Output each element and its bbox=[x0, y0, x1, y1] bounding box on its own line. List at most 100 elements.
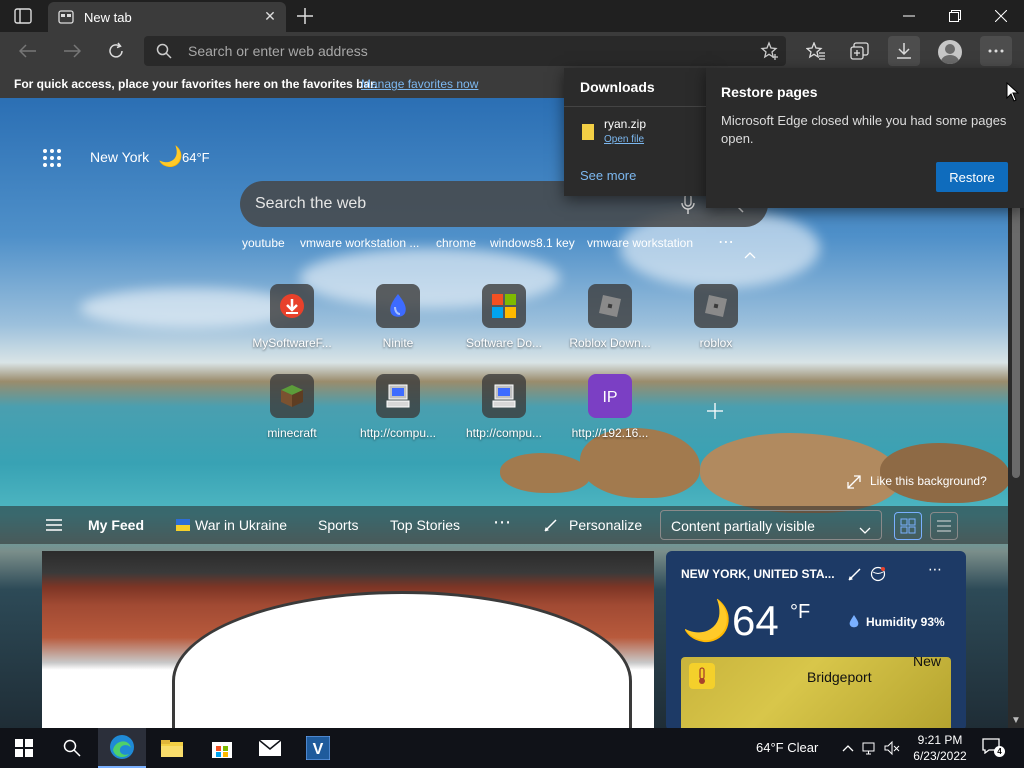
back-arrow-icon[interactable] bbox=[12, 36, 44, 66]
tile-label: Software Do... bbox=[465, 336, 543, 350]
add-shortcut-plus-icon[interactable] bbox=[706, 402, 724, 420]
tile-roblox-download[interactable]: Roblox Down... bbox=[560, 284, 660, 366]
volume-muted-icon[interactable] bbox=[884, 740, 900, 756]
weather-card-unit: °F bbox=[790, 601, 811, 623]
feed-more-icon[interactable]: ⋯ bbox=[493, 512, 511, 533]
add-favorite-star-icon[interactable] bbox=[760, 41, 780, 61]
weather-location[interactable]: New York bbox=[90, 149, 149, 165]
tile-computer-2[interactable]: http://compu... bbox=[454, 374, 554, 456]
restore-window-icon[interactable] bbox=[932, 0, 978, 32]
quick-link[interactable]: vmware workstation ... bbox=[300, 236, 419, 250]
tile-ip-address[interactable]: IP http://192.16... bbox=[560, 374, 660, 456]
downloads-icon[interactable] bbox=[888, 36, 920, 66]
tile-mysoftwarefree[interactable]: MySoftwareF... bbox=[242, 284, 342, 366]
taskbar-clock[interactable]: 9:21 PM 6/23/2022 bbox=[910, 732, 970, 764]
forward-arrow-icon[interactable] bbox=[56, 36, 88, 66]
news-card-stadium[interactable] bbox=[42, 551, 654, 728]
like-background-link[interactable]: Like this background? bbox=[870, 474, 987, 488]
tab-new-tab[interactable]: New tab ✕ bbox=[48, 2, 286, 32]
scrollbar-thumb[interactable] bbox=[1012, 198, 1020, 478]
restore-button[interactable]: Restore bbox=[936, 162, 1008, 192]
moon-icon: 🌙 bbox=[158, 146, 183, 168]
weather-map-label: New bbox=[913, 657, 942, 669]
file-explorer-icon[interactable] bbox=[148, 728, 196, 768]
minecraft-block-icon bbox=[270, 374, 314, 418]
weather-card[interactable]: NEW YORK, UNITED STA... ⋯ 🌙 64 °F Humidi… bbox=[666, 551, 966, 728]
expand-icon bbox=[847, 475, 861, 489]
globe-icon[interactable] bbox=[870, 566, 886, 582]
see-more-link[interactable]: See more bbox=[580, 168, 636, 183]
edit-pencil-icon[interactable] bbox=[848, 567, 862, 581]
quick-link[interactable]: windows8.1 key bbox=[490, 236, 575, 250]
vmware-taskbar-icon[interactable]: V bbox=[294, 728, 342, 768]
weather-card-more-icon[interactable]: ⋯ bbox=[928, 561, 942, 578]
tab-actions-icon[interactable] bbox=[14, 8, 32, 24]
network-icon[interactable] bbox=[862, 740, 878, 756]
tab-title: New tab bbox=[84, 10, 132, 25]
tile-software-download[interactable]: Software Do... bbox=[454, 284, 554, 366]
chevron-up-icon[interactable] bbox=[840, 740, 856, 756]
taskbar-weather[interactable]: 64°F Clear bbox=[756, 740, 818, 755]
download-circle-icon bbox=[270, 284, 314, 328]
feed-tab-top-stories[interactable]: Top Stories bbox=[390, 517, 460, 533]
tile-label: http://compu... bbox=[465, 426, 543, 440]
app-launcher-icon[interactable] bbox=[42, 148, 62, 168]
thermometer-icon[interactable] bbox=[689, 663, 715, 689]
refresh-icon[interactable] bbox=[100, 36, 132, 66]
tile-label: Roblox Down... bbox=[569, 336, 651, 350]
windows-start-icon[interactable] bbox=[0, 728, 48, 768]
mail-icon[interactable] bbox=[246, 728, 294, 768]
feed-tab-my-feed[interactable]: My Feed bbox=[88, 517, 144, 533]
quick-links-more-icon[interactable]: ⋯ bbox=[718, 232, 734, 252]
manage-favorites-link[interactable]: Manage favorites now bbox=[361, 77, 478, 91]
new-tab-plus-icon[interactable] bbox=[294, 5, 316, 27]
tile-ninite[interactable]: Ninite bbox=[348, 284, 448, 366]
tile-label: minecraft bbox=[267, 426, 317, 440]
notifications-icon[interactable]: 4 bbox=[982, 738, 1005, 758]
more-menu-icon[interactable] bbox=[980, 36, 1012, 66]
microsoft-store-icon[interactable] bbox=[198, 728, 246, 768]
taskbar-search-icon[interactable] bbox=[48, 728, 96, 768]
downloads-title: Downloads bbox=[580, 79, 655, 95]
close-window-icon[interactable] bbox=[978, 0, 1024, 32]
tile-computer-1[interactable]: http://compu... bbox=[348, 374, 448, 456]
collections-icon[interactable] bbox=[844, 36, 876, 66]
weather-temp[interactable]: 64°F bbox=[182, 150, 210, 165]
microsoft-logo-icon bbox=[482, 284, 526, 328]
download-file-name[interactable]: ryan.zip bbox=[604, 117, 646, 131]
minimize-icon[interactable] bbox=[886, 0, 932, 32]
quick-link[interactable]: youtube bbox=[242, 236, 285, 250]
newtab-favicon-icon bbox=[58, 9, 74, 25]
search-icon bbox=[156, 43, 172, 59]
favorites-icon[interactable] bbox=[800, 36, 832, 66]
feed-tab-sports[interactable]: Sports bbox=[318, 517, 358, 533]
list-layout-icon[interactable] bbox=[930, 512, 958, 540]
tile-minecraft[interactable]: minecraft bbox=[242, 374, 342, 456]
scroll-down-arrow-icon[interactable]: ▼ bbox=[1011, 715, 1021, 726]
taskbar: V 64°F Clear 9:21 PM 6/23/2022 4 bbox=[0, 728, 1024, 768]
feed-tab-war-in-ukraine[interactable]: War in Ukraine bbox=[195, 517, 287, 533]
profile-avatar[interactable] bbox=[938, 40, 962, 64]
open-file-link[interactable]: Open file bbox=[604, 134, 644, 145]
close-tab-icon[interactable]: ✕ bbox=[262, 8, 278, 24]
quick-link[interactable]: vmware workstation bbox=[587, 236, 693, 250]
notification-count: 4 bbox=[994, 746, 1005, 757]
weather-card-humidity: Humidity 93% bbox=[866, 615, 945, 629]
grid-layout-icon[interactable] bbox=[894, 512, 922, 540]
quick-link[interactable]: chrome bbox=[436, 236, 476, 250]
tile-roblox[interactable]: roblox bbox=[666, 284, 766, 366]
computer-icon bbox=[482, 374, 526, 418]
edge-taskbar-icon[interactable] bbox=[98, 728, 146, 768]
restore-pages-flyout: Restore pages Microsoft Edge closed whil… bbox=[706, 68, 1024, 208]
divider bbox=[564, 106, 712, 107]
web-search-placeholder: Search the web bbox=[255, 195, 367, 212]
tile-label: MySoftwareF... bbox=[252, 336, 332, 350]
chevron-up-icon[interactable] bbox=[744, 246, 756, 259]
address-bar[interactable]: Search or enter web address bbox=[144, 36, 786, 66]
weather-map[interactable]: Bridgeport New bbox=[681, 657, 951, 728]
microphone-icon[interactable] bbox=[680, 193, 696, 215]
personalize-button[interactable]: Personalize bbox=[569, 517, 642, 533]
content-visibility-select[interactable]: Content partially visible bbox=[660, 510, 882, 540]
hamburger-menu-icon[interactable] bbox=[46, 518, 62, 532]
downloads-flyout: Downloads ryan.zip Open file See more bbox=[564, 68, 712, 196]
